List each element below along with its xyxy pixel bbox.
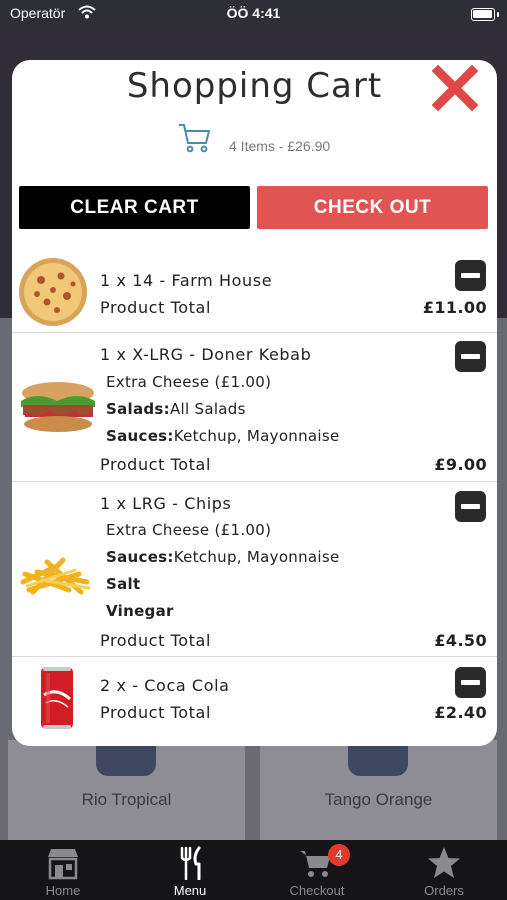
close-button[interactable] xyxy=(431,64,479,112)
cart-item-list: 1 x 14 - Farm House Product Total £11.00… xyxy=(12,246,497,737)
tab-orders[interactable]: Orders xyxy=(381,840,507,900)
status-bar: Operatör ÖÖ 4:41 xyxy=(0,0,507,28)
tab-label: Orders xyxy=(424,883,464,898)
product-name: Tango Orange xyxy=(324,790,433,809)
tab-label: Home xyxy=(45,883,81,898)
cart-icon xyxy=(177,120,213,160)
clock: ÖÖ 4:41 xyxy=(226,5,281,21)
cart-item: 1 x LRG - Chips Extra Cheese (£1.00) Sau… xyxy=(12,482,497,657)
item-title: 1 x 14 - Farm House xyxy=(100,271,273,290)
option-value: Vinegar xyxy=(106,602,174,620)
tab-bar: Home Menu 4 Checkout Orders xyxy=(0,840,507,900)
store-icon xyxy=(48,849,78,880)
cart-summary-text: 4 Items - £26.90 xyxy=(229,138,331,154)
item-total-label: Product Total xyxy=(100,703,212,722)
star-icon xyxy=(428,847,460,878)
doner-kebab-image xyxy=(21,382,95,432)
tab-label: Menu xyxy=(173,883,207,898)
item-total-label: Product Total xyxy=(100,298,212,317)
cart-item: 2 x - Coca Cola Product Total £2.40 xyxy=(12,657,497,737)
item-option-extra: Extra Cheese (£1.00) xyxy=(106,373,272,391)
option-value: Ketchup, Mayonnaise xyxy=(173,548,340,566)
cola-can-image xyxy=(41,667,73,729)
item-option-salads: Salads:All Salads xyxy=(106,400,246,418)
background-product-card: Tango Orange xyxy=(260,740,497,840)
item-option-sauces: Sauces:Ketchup, Mayonnaise xyxy=(106,548,340,566)
remove-item-button[interactable] xyxy=(455,341,486,372)
remove-item-button[interactable] xyxy=(455,491,486,522)
tab-home[interactable]: Home xyxy=(0,840,126,900)
item-title: 2 x - Coca Cola xyxy=(100,676,230,695)
item-option-salt: Salt xyxy=(106,575,140,593)
item-total-label: Product Total xyxy=(100,631,212,650)
cutlery-icon xyxy=(180,846,201,880)
item-title: 1 x X-LRG - Doner Kebab xyxy=(100,345,312,364)
chips-image xyxy=(20,557,91,595)
cart-count-badge: 4 xyxy=(328,844,350,866)
item-total-value: £4.50 xyxy=(434,631,487,650)
remove-item-button[interactable] xyxy=(455,260,486,291)
tab-label: Checkout xyxy=(289,883,345,898)
item-total-value: £9.00 xyxy=(434,455,487,474)
option-label: Salads: xyxy=(106,400,170,418)
tab-checkout[interactable]: 4 Checkout xyxy=(254,840,380,900)
item-title: 1 x LRG - Chips xyxy=(100,494,232,513)
option-value: Ketchup, Mayonnaise xyxy=(173,427,340,445)
check-out-button[interactable]: CHECK OUT xyxy=(257,186,488,229)
tab-menu[interactable]: Menu xyxy=(127,840,253,900)
battery-icon xyxy=(471,8,499,21)
product-name: Rio Tropical xyxy=(81,790,172,809)
item-total-label: Product Total xyxy=(100,455,212,474)
item-option-sauces: Sauces:Ketchup, Mayonnaise xyxy=(106,427,340,445)
cart-item: 1 x X-LRG - Doner Kebab Extra Cheese (£1… xyxy=(12,333,497,482)
option-value: Salt xyxy=(106,575,141,593)
option-label: Sauces: xyxy=(106,548,174,566)
item-option-extra: Extra Cheese (£1.00) xyxy=(106,521,272,539)
option-label: Sauces: xyxy=(106,427,174,445)
clear-cart-button[interactable]: CLEAR CART xyxy=(19,186,250,229)
item-total-value: £11.00 xyxy=(422,298,487,317)
shopping-cart-modal: Shopping Cart 4 Items - £26.90 CLEAR CAR… xyxy=(12,60,497,746)
background-product-card: Rio Tropical xyxy=(8,740,245,840)
item-total-value: £2.40 xyxy=(434,703,487,722)
modal-title: Shopping Cart xyxy=(126,66,383,106)
item-option-vinegar: Vinegar xyxy=(106,602,174,620)
option-value: All Salads xyxy=(169,400,246,418)
remove-item-button[interactable] xyxy=(455,667,486,698)
close-icon xyxy=(431,64,479,112)
pizza-image xyxy=(19,258,87,326)
cart-summary: 4 Items - £26.90 xyxy=(177,120,437,160)
cart-item: 1 x 14 - Farm House Product Total £11.00 xyxy=(12,246,497,333)
